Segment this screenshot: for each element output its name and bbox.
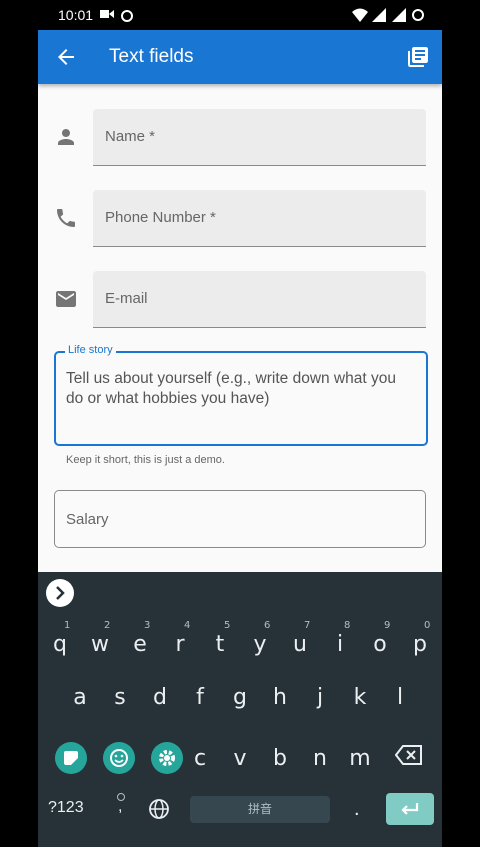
name-field-label: Name * xyxy=(105,128,156,145)
life-story-field[interactable]: Life story Tell us about yourself (e.g.,… xyxy=(54,344,428,446)
life-story-label: Life story xyxy=(65,344,116,356)
key-c[interactable]: c xyxy=(180,730,220,786)
keyboard-toolbar xyxy=(38,572,442,614)
keyboard-expand-button[interactable] xyxy=(46,579,74,607)
key-u[interactable]: u7 xyxy=(280,616,320,672)
wifi-icon xyxy=(352,8,368,22)
key-i[interactable]: i8 xyxy=(320,616,360,672)
page-title: Text fields xyxy=(109,46,194,67)
email-icon xyxy=(56,291,76,307)
email-field-label: E-mail xyxy=(105,290,148,307)
phone-icon xyxy=(57,209,75,227)
app-screen: Text fields Name * Phone Number * E-mail… xyxy=(38,30,442,572)
key-j[interactable]: j xyxy=(300,669,340,725)
key-y[interactable]: y6 xyxy=(240,616,280,672)
key-m[interactable]: m xyxy=(340,730,380,786)
key-g[interactable]: g xyxy=(220,669,260,725)
enter-icon xyxy=(401,803,419,815)
salary-field[interactable]: Salary xyxy=(54,490,426,548)
library-books-icon[interactable] xyxy=(406,45,430,69)
back-arrow-icon[interactable] xyxy=(54,45,78,69)
key-n[interactable]: n xyxy=(300,730,340,786)
backspace-icon[interactable] xyxy=(395,744,423,766)
life-story-hint: Tell us about yourself (e.g., write down… xyxy=(66,370,396,407)
emoji-icon xyxy=(110,749,128,767)
key-h[interactable]: h xyxy=(260,669,300,725)
symbols-key[interactable]: ?123 xyxy=(48,799,84,817)
key-f[interactable]: f xyxy=(180,669,220,725)
signal-icon-2 xyxy=(392,8,406,22)
key-q[interactable]: q1 xyxy=(40,616,80,672)
status-bar: 10:01 xyxy=(0,0,480,30)
key-o[interactable]: o9 xyxy=(360,616,400,672)
phone-field-label: Phone Number * xyxy=(105,209,216,226)
email-field[interactable]: E-mail xyxy=(93,271,426,328)
weibo-icon xyxy=(121,10,133,22)
emoji-button[interactable] xyxy=(103,742,135,774)
key-v[interactable]: v xyxy=(220,730,260,786)
keyboard-settings-button[interactable] xyxy=(151,742,183,774)
key-l[interactable]: l xyxy=(380,669,420,725)
key-k[interactable]: k xyxy=(340,669,380,725)
key-d[interactable]: d xyxy=(140,669,180,725)
sticker-icon xyxy=(64,751,78,765)
key-t[interactable]: t5 xyxy=(200,616,240,672)
key-e[interactable]: e3 xyxy=(120,616,160,672)
key-period[interactable]: . xyxy=(354,798,360,821)
salary-field-label: Salary xyxy=(66,511,109,528)
key-s[interactable]: s xyxy=(100,669,140,725)
status-time: 10:01 xyxy=(58,7,94,23)
key-b[interactable]: b xyxy=(260,730,300,786)
video-icon xyxy=(100,10,114,18)
enter-button[interactable] xyxy=(386,793,434,825)
app-bar: Text fields xyxy=(38,30,442,84)
space-bar[interactable]: 拼音 xyxy=(190,796,330,823)
key-w[interactable]: w2 xyxy=(80,616,120,672)
key-p[interactable]: p0 xyxy=(400,616,440,672)
key-a[interactable]: a xyxy=(60,669,100,725)
signal-icon xyxy=(372,8,386,22)
name-field[interactable]: Name * xyxy=(93,109,426,166)
globe-icon[interactable] xyxy=(148,798,170,820)
battery-circle-icon xyxy=(412,9,424,21)
keyboard: q1 w2 e3 r4 t5 y6 u7 i8 o9 p0 a s d f g … xyxy=(38,572,442,847)
person-icon xyxy=(58,129,74,145)
chevron-right-icon xyxy=(56,586,65,600)
gear-icon xyxy=(159,750,175,766)
sticker-button[interactable] xyxy=(55,742,87,774)
key-r[interactable]: r4 xyxy=(160,616,200,672)
phone-field[interactable]: Phone Number * xyxy=(93,190,426,247)
life-story-helper: Keep it short, this is just a demo. xyxy=(66,454,225,466)
